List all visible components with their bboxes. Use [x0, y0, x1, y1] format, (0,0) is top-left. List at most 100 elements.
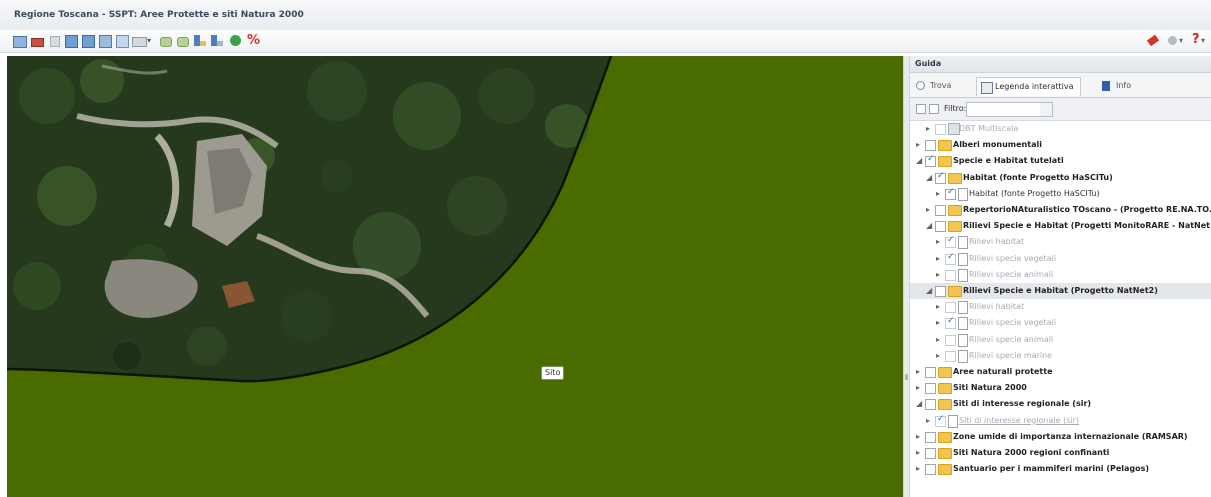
clear-filter-icon[interactable] — [1040, 102, 1053, 117]
expander-icon[interactable]: ◢ — [926, 286, 932, 295]
expander-icon[interactable]: ◢ — [916, 156, 922, 165]
zoom-out-icon[interactable] — [80, 33, 96, 49]
select-box-icon[interactable] — [209, 33, 225, 49]
layer-checkbox[interactable] — [945, 302, 956, 314]
tree-item[interactable]: ▸ Aree naturali protette — [910, 364, 1211, 380]
expander-icon[interactable]: ▸ — [916, 432, 920, 441]
tree-item[interactable]: ◢ Siti di interesse regionale (sir) — [910, 396, 1211, 412]
expander-icon[interactable]: ▸ — [936, 237, 940, 246]
expand-all-icon[interactable] — [916, 104, 926, 114]
expander-icon[interactable]: ▸ — [916, 383, 920, 392]
tree-item[interactable]: ▸ Rilievi specie marine — [910, 348, 1211, 364]
layer-checkbox[interactable] — [925, 140, 936, 152]
tree-item[interactable]: ▸ Siti Natura 2000 regioni confinanti — [910, 445, 1211, 461]
expander-icon[interactable]: ◢ — [926, 221, 932, 230]
edit-icon[interactable] — [1146, 33, 1160, 49]
tree-item[interactable]: ◢ Rilievi Specie e Habitat (Progetto NatN… — [910, 283, 1211, 299]
globe-icon[interactable] — [228, 33, 244, 49]
layer-checkbox[interactable] — [925, 399, 936, 411]
layer-checkbox[interactable] — [945, 316, 956, 330]
settings-icon[interactable]: ▾ — [1166, 33, 1188, 49]
expander-icon[interactable]: ▸ — [916, 464, 920, 473]
folder-icon — [938, 448, 952, 459]
tree-item-label: Alberi monumentali — [953, 140, 1042, 150]
layer-checkbox[interactable] — [945, 269, 956, 281]
zoom-extent-icon[interactable] — [97, 33, 113, 49]
expander-icon[interactable]: ▸ — [926, 416, 930, 425]
tree-item-label: DBT Multiscala — [959, 124, 1019, 133]
measure-menu-icon[interactable]: ▾ — [131, 33, 153, 49]
layer-checkbox[interactable] — [925, 431, 936, 443]
select-icon[interactable] — [192, 33, 208, 49]
back-icon[interactable] — [158, 33, 174, 49]
folder-icon — [938, 156, 952, 168]
expander-icon[interactable]: ▸ — [936, 254, 940, 263]
layer-checkbox[interactable] — [935, 205, 946, 216]
tree-item[interactable]: ◢ Rilievi Specie e Habitat (Progetti Moni… — [910, 218, 1211, 234]
search-icon — [916, 81, 925, 90]
filter-input[interactable] — [966, 102, 1042, 117]
tree-item[interactable]: ▸ Rilievi specie animali — [910, 332, 1211, 348]
layer-checkbox[interactable] — [945, 235, 956, 249]
tree-item[interactable]: ▸ Zone umide di importanza internazionale… — [910, 429, 1211, 445]
layer-checkbox[interactable] — [925, 367, 936, 378]
layer-checkbox[interactable] — [925, 383, 936, 395]
map-feature-label[interactable]: Sito — [541, 366, 565, 380]
layer-checkbox[interactable] — [935, 124, 946, 135]
layer-checkbox[interactable] — [925, 464, 936, 476]
tree-item[interactable]: ▸ RepertorioNAturalistico TOscano - (Prog… — [910, 202, 1211, 218]
pan-icon[interactable] — [46, 33, 62, 49]
layer-checkbox[interactable] — [945, 334, 956, 346]
expander-icon[interactable]: ▸ — [916, 367, 920, 376]
expander-icon[interactable]: ◢ — [916, 399, 922, 408]
tree-item[interactable]: ▸ Rilievi habitat — [910, 234, 1211, 250]
expander-icon[interactable]: ▸ — [916, 140, 920, 149]
expander-icon[interactable]: ▸ — [926, 205, 930, 214]
tree-item[interactable]: ▸ Rilievi specie vegetali — [910, 251, 1211, 267]
tree-item[interactable]: ◢ Habitat (fonte Progetto HaSCITu) — [910, 170, 1211, 186]
tree-item[interactable]: ▸ Rilievi specie animali — [910, 267, 1211, 283]
splitter-grip[interactable] — [905, 374, 908, 380]
layer-checkbox[interactable] — [945, 187, 956, 200]
tree-item[interactable]: ▸ Habitat (fonte Progetto HaSCITu) — [910, 186, 1211, 202]
forward-icon[interactable] — [175, 33, 191, 49]
clear-selection-icon[interactable]: % — [245, 33, 261, 49]
tree-item[interactable]: ▸ Rilievi specie vegetali — [910, 315, 1211, 331]
expander-icon[interactable]: ▸ — [916, 448, 920, 457]
expander-icon[interactable]: ▸ — [926, 124, 930, 133]
layers-icon[interactable] — [12, 33, 28, 49]
tree-item[interactable]: ▸ Santuario per i mammiferi marini (Pelag… — [910, 461, 1211, 477]
expander-icon[interactable]: ▸ — [936, 318, 940, 327]
expander-icon[interactable]: ▸ — [936, 189, 940, 198]
layer-checkbox[interactable] — [945, 252, 956, 265]
map-view[interactable]: Sito — [7, 56, 903, 497]
tab-legenda-interattiva[interactable]: Legenda interattiva — [976, 77, 1081, 96]
map-canvas[interactable] — [7, 56, 903, 497]
zoom-in-icon[interactable] — [63, 33, 79, 49]
layer-checkbox[interactable] — [935, 171, 946, 184]
tree-item[interactable]: ▸ Siti Natura 2000 — [910, 380, 1211, 396]
layer-checkbox[interactable] — [935, 221, 946, 233]
expander-icon[interactable]: ▸ — [936, 335, 940, 344]
expander-icon[interactable]: ▸ — [936, 302, 940, 311]
layer-checkbox[interactable] — [945, 350, 956, 362]
tree-item[interactable]: ◢ Specie e Habitat tutelati — [910, 153, 1211, 169]
collapse-all-icon[interactable] — [929, 104, 939, 114]
layer-checkbox[interactable] — [935, 414, 946, 427]
layer-checkbox[interactable] — [925, 448, 936, 459]
tab-info[interactable]: Info — [1098, 77, 1137, 95]
expander-icon[interactable]: ▸ — [936, 351, 940, 360]
zoom-box-icon[interactable] — [114, 33, 130, 49]
print-icon[interactable] — [29, 33, 45, 49]
expander-icon[interactable]: ▸ — [936, 270, 940, 279]
tree-item[interactable]: ▸ Rilievi habitat — [910, 299, 1211, 315]
help-icon[interactable]: ? ▾ — [1190, 32, 1210, 49]
layer-checkbox[interactable] — [925, 154, 936, 168]
folder-icon — [938, 464, 952, 476]
tab-trova[interactable]: Trova — [912, 77, 957, 95]
tree-item[interactable]: ▸ DBT Multiscala — [910, 121, 1211, 137]
tree-item[interactable]: ▸ Alberi monumentali — [910, 137, 1211, 153]
layer-checkbox[interactable] — [935, 286, 946, 297]
expander-icon[interactable]: ◢ — [926, 173, 932, 182]
tree-item[interactable]: ▸ Siti di interesse regionale (sir) — [910, 413, 1211, 429]
